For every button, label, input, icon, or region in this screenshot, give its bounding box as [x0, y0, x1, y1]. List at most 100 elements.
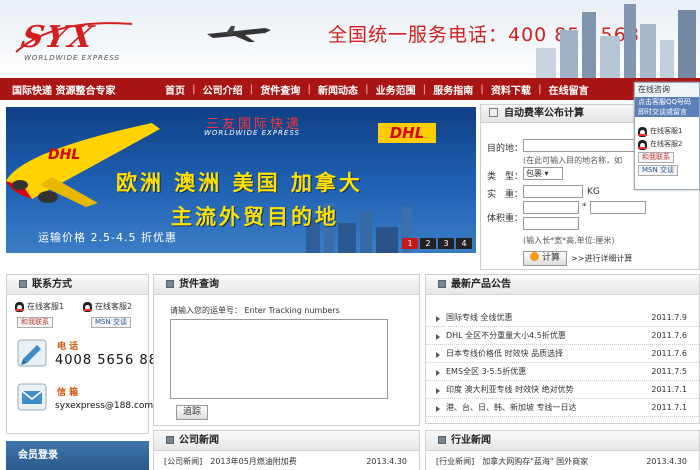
- member-login-header[interactable]: 会员登录: [6, 441, 149, 470]
- section-bullet-icon: [19, 280, 27, 288]
- products-header: 最新产品公告: [426, 275, 699, 295]
- qq-penguin-icon: [638, 139, 647, 150]
- news-title: 印度 澳大利亚专线 时效快 绝对优势: [446, 385, 574, 394]
- length-input[interactable]: [523, 201, 579, 214]
- news-date: 2011.7.9: [651, 313, 687, 322]
- slide-dot[interactable]: 1: [402, 238, 418, 249]
- times-sign: *: [582, 202, 587, 212]
- nav-item-guide[interactable]: 服务指南: [426, 82, 480, 97]
- detail-calc-link[interactable]: >>进行详细计算: [571, 253, 632, 264]
- consult-qq[interactable]: 和我联系: [635, 151, 699, 164]
- msn-chat-button: MSN 交谈: [91, 317, 131, 328]
- city-skyline-icon: [536, 4, 696, 78]
- arrow-right-icon: [436, 316, 440, 322]
- nav-item-message[interactable]: 在线留言: [542, 82, 596, 97]
- nav-item-downloads[interactable]: 资料下载: [484, 82, 538, 97]
- contact-panel: 联系方式 在线客服1 在线客服2 和我联系 MSN 交谈 电 话 4008 56…: [6, 274, 157, 434]
- online-consult-widget: 在线咨询 点击客服QQ号码 即时交谈或留言 在线客服1 在线客服2 和我联系 MS…: [634, 82, 700, 190]
- company-news-title: 公司新闻: [179, 435, 219, 446]
- logo[interactable]: SYX WORLDWIDE EXPRESS: [14, 14, 134, 72]
- mail-value[interactable]: syxexpress@188.com: [55, 401, 153, 411]
- qq-contact-button: 和我联系: [17, 317, 53, 328]
- weight-unit: KG: [587, 187, 600, 197]
- contact-kf1[interactable]: 在线客服1: [15, 301, 64, 312]
- news-title: DHL 全区不分重量大小4.5折优惠: [446, 331, 566, 340]
- list-item[interactable]: [行业新闻] 加拿大网购存"蓝海" 国外商家 2013.4.30: [426, 453, 699, 470]
- contact-header: 联系方式: [7, 275, 148, 295]
- banner-price: 运输价格 2.5-4.5 折优惠: [38, 231, 177, 244]
- tracking-title: 货件查询: [179, 279, 219, 290]
- width-input[interactable]: [590, 201, 646, 214]
- slide-dot[interactable]: 2: [420, 238, 436, 249]
- nav-item-services[interactable]: 业务范围: [369, 82, 423, 97]
- height-input[interactable]: [523, 217, 579, 230]
- contact-qq[interactable]: 和我联系: [17, 317, 53, 328]
- industry-news-panel: 行业新闻 [行业新闻] 加拿大网购存"蓝海" 国外商家 2013.4.30: [425, 430, 700, 470]
- list-item[interactable]: 日本专线价格低 时效快 品质选择 2011.7.6: [426, 345, 699, 363]
- dhl-airplane-icon: DHL: [6, 123, 160, 207]
- consult-title: 在线咨询: [635, 83, 699, 97]
- slide-dot[interactable]: 3: [438, 238, 454, 249]
- volume-label: 体积重：: [487, 214, 524, 224]
- section-bullet-icon: [166, 280, 174, 288]
- member-login-title: 会员登录: [18, 450, 58, 461]
- consult-tip-line1: 点击客服QQ号码: [638, 98, 692, 106]
- qq-penguin-icon: [15, 301, 24, 312]
- list-item[interactable]: [公司新闻] 2013年05月燃油附加费 2013.4.30: [154, 453, 419, 470]
- news-date: 2013.4.30: [646, 457, 687, 466]
- site-header: SYX WORLDWIDE EXPRESS 全国统一服务电话：400 856 5…: [0, 0, 700, 78]
- main-nav: 国际快递 资源整合专家 首页 | 公司介绍 | 货件查询 | 新闻动态 | 业务范围 | …: [0, 78, 700, 100]
- volume-hint: (输入长*宽*高,单位:厘米): [523, 236, 615, 245]
- consult-kf2[interactable]: 在线客服2: [635, 138, 699, 151]
- tracking-textarea[interactable]: [170, 319, 388, 399]
- company-news-panel: 公司新闻 [公司新闻] 2013年05月燃油附加费 2013.4.30: [153, 430, 420, 470]
- banner-subheadline: 主流外贸目的地: [171, 205, 339, 229]
- type-label: 类 型：: [487, 172, 524, 182]
- destination-hint: (在此可输入目的地名称，如: [523, 156, 623, 165]
- section-bullet-icon: [438, 280, 446, 288]
- destination-label: 目的地：: [487, 144, 524, 154]
- contact-msn[interactable]: MSN 交谈: [91, 317, 131, 328]
- calculate-button[interactable]: 计算: [523, 251, 567, 266]
- calculator-icon: [489, 108, 498, 117]
- weight-input[interactable]: [523, 185, 583, 198]
- logo-text: SYX: [18, 20, 99, 55]
- nav-item-about[interactable]: 公司介绍: [196, 82, 250, 97]
- consult-tip: 点击客服QQ号码 即时交谈或留言: [635, 97, 699, 117]
- nav-slogan: 国际快递 资源整合专家: [12, 85, 116, 97]
- list-item[interactable]: 印度 澳大利亚专线 时效快 绝对优势 2011.7.1: [426, 381, 699, 399]
- slide-dot[interactable]: 4: [456, 238, 472, 249]
- consult-kf1[interactable]: 在线客服1: [635, 125, 699, 138]
- list-item[interactable]: 国际专线 全线优惠 2011.7.9: [426, 309, 699, 327]
- consult-msn[interactable]: MSN 交谈: [635, 164, 699, 177]
- contact-kf1-label: 在线客服1: [27, 302, 65, 311]
- promo-banner[interactable]: DHL 三友国际快递 WORLDWIDE EXPRESS DHL 欧洲 澳洲 美…: [6, 107, 476, 253]
- arrow-right-icon: [436, 388, 440, 394]
- qq-penguin-icon: [638, 126, 647, 137]
- list-item[interactable]: DHL 全区不分重量大小4.5折优惠 2011.7.6: [426, 327, 699, 345]
- tracking-label: 请输入您的运单号： Enter Tracking numbers: [170, 306, 340, 315]
- nav-item-home[interactable]: 首页: [158, 82, 192, 97]
- calculate-icon: [529, 252, 539, 261]
- list-item[interactable]: 港、台、日、韩、新加坡 专线一日达 2011.7.1: [426, 399, 699, 417]
- arrow-right-icon: [436, 406, 440, 412]
- tracking-header: 货件查询: [154, 275, 419, 295]
- contact-kf2[interactable]: 在线客服2: [83, 301, 132, 312]
- type-select[interactable]: 包裹 ▾: [523, 167, 563, 180]
- news-date: 2011.7.1: [651, 385, 687, 394]
- phone-icon: [17, 339, 47, 367]
- list-item[interactable]: EMS全区 3-5.5折优惠 2011.7.5: [426, 363, 699, 381]
- nav-item-tracking[interactable]: 货件查询: [253, 82, 307, 97]
- weight-label: 实 重：: [487, 190, 524, 200]
- plane-dhl-logo: DHL: [48, 147, 80, 163]
- consult-tip-line2: 即时交谈或留言: [638, 108, 687, 116]
- section-bullet-icon: [438, 436, 446, 444]
- products-panel: 最新产品公告 国际专线 全线优惠 2011.7.9 DHL 全区不分重量大小4.5…: [425, 274, 700, 424]
- nav-item-news[interactable]: 新闻动态: [311, 82, 365, 97]
- arrow-right-icon: [436, 370, 440, 376]
- phone-value: 4008 5656 88: [55, 353, 158, 368]
- contact-kf2-label: 在线客服2: [95, 302, 133, 311]
- phone-label: 电 话: [57, 342, 79, 352]
- news-date: 2011.7.1: [651, 403, 687, 412]
- track-button[interactable]: 追踪: [176, 405, 208, 420]
